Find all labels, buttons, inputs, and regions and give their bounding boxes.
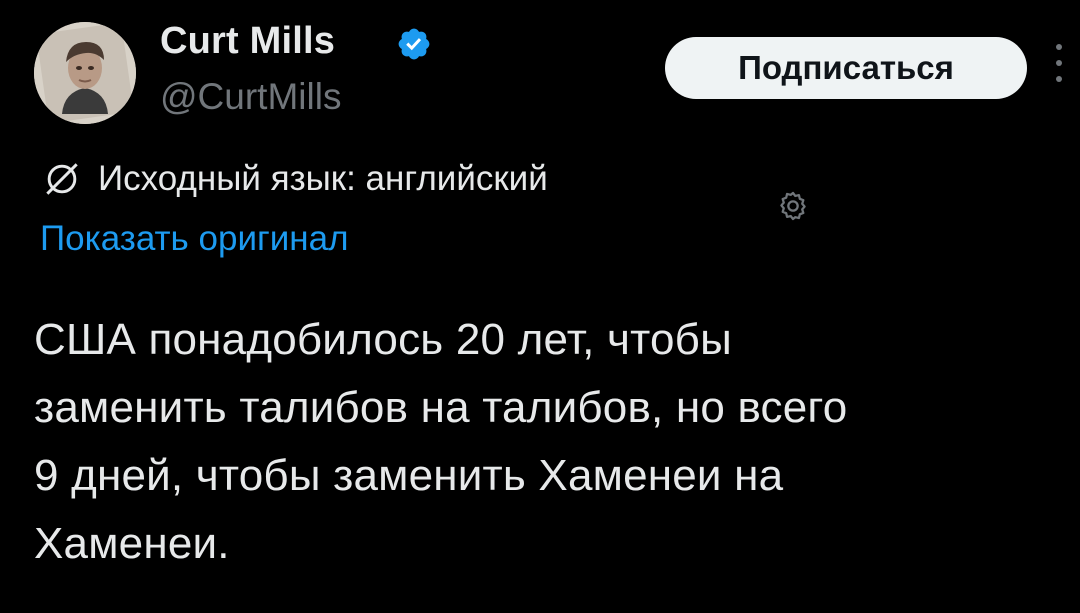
translate-icon bbox=[46, 163, 78, 195]
tweet-text: США понадобилось 20 лет, чтобы заменить … bbox=[34, 315, 848, 568]
translation-notice: Исходный язык: английский bbox=[40, 157, 548, 201]
subscribe-button[interactable]: Подписаться bbox=[665, 37, 1027, 99]
gear-icon[interactable] bbox=[776, 189, 810, 223]
verified-badge-icon bbox=[398, 28, 430, 60]
avatar[interactable] bbox=[34, 22, 136, 124]
avatar-image bbox=[34, 22, 136, 124]
translation-notice-text: Исходный язык: английский bbox=[98, 159, 548, 198]
author-handle[interactable]: @CurtMills bbox=[160, 76, 341, 118]
author-name[interactable]: Curt Mills bbox=[160, 20, 335, 63]
more-vertical-icon[interactable] bbox=[1054, 44, 1064, 88]
tweet-card: Curt Mills @CurtMills Подписаться Исходн… bbox=[0, 0, 1080, 613]
show-original-link[interactable]: Показать оригинал bbox=[40, 219, 349, 259]
